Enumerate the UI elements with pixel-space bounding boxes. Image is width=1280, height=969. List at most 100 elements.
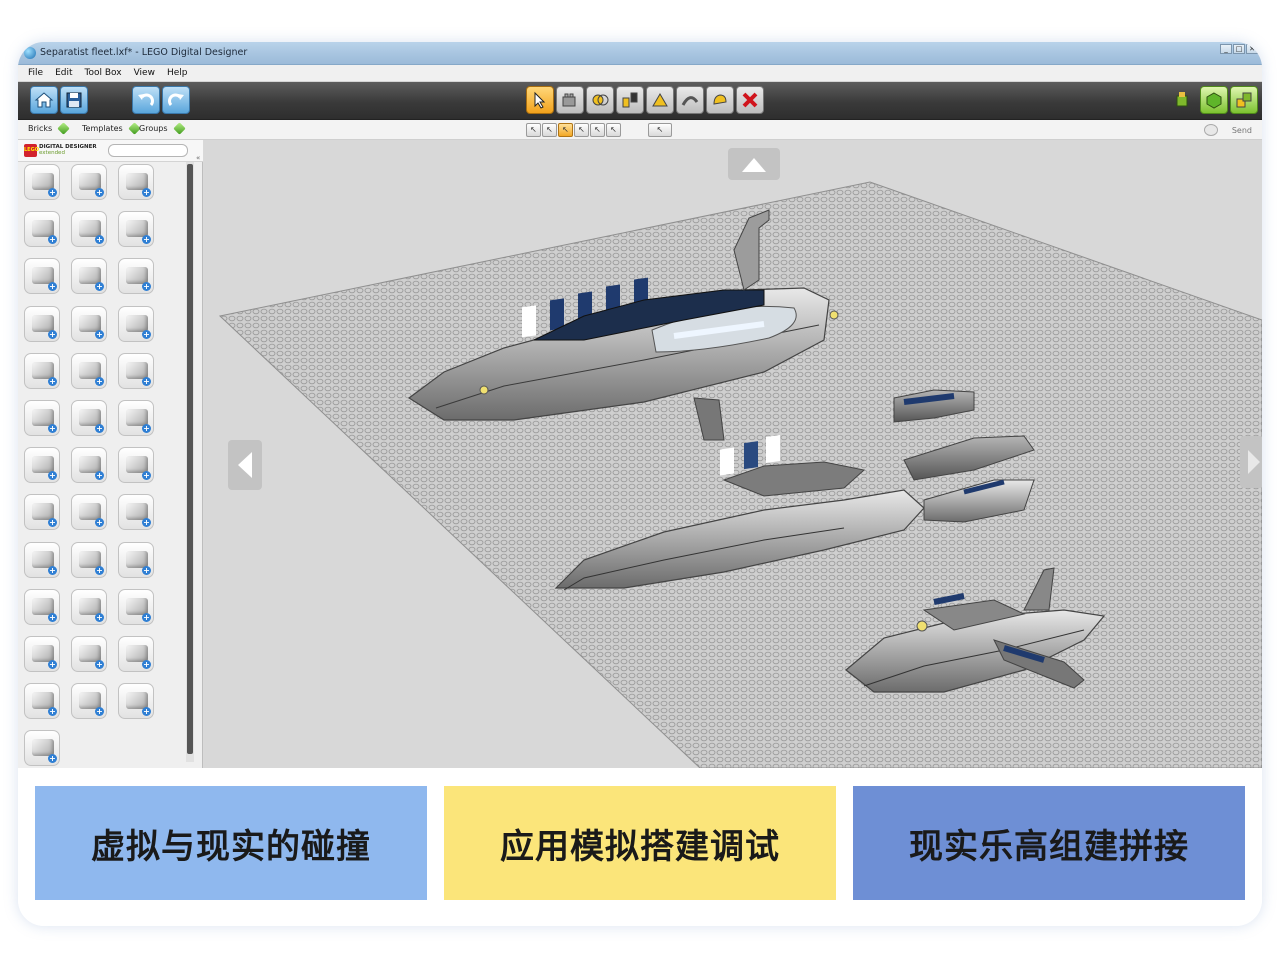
brick-palette-item[interactable]: + xyxy=(71,400,107,436)
view-mode-button[interactable] xyxy=(1200,86,1228,114)
brick-palette-item[interactable]: + xyxy=(71,494,107,531)
build-mode-button[interactable] xyxy=(1168,86,1196,114)
shape-select-button[interactable]: ↖ xyxy=(574,123,589,137)
hinge-align-button[interactable] xyxy=(646,86,674,114)
scrollbar-thumb[interactable] xyxy=(187,164,193,754)
hinge-button[interactable] xyxy=(616,86,644,114)
arrow-left-icon xyxy=(238,452,252,478)
flex-button[interactable] xyxy=(676,86,704,114)
brick-palette-item[interactable]: + xyxy=(118,211,154,248)
brick-palette-item[interactable]: + xyxy=(24,211,60,248)
brick-palette-item[interactable]: + xyxy=(24,588,60,625)
menu-edit[interactable]: Edit xyxy=(55,68,72,78)
connected-select-button[interactable]: ↖ xyxy=(542,123,557,137)
tab-bricks[interactable]: Bricks xyxy=(28,122,70,135)
add-plus-icon: + xyxy=(95,518,104,528)
brick-palette-item[interactable]: + xyxy=(24,164,60,200)
brick-palette-item[interactable]: + xyxy=(118,683,154,720)
tab-templates[interactable]: Templates xyxy=(82,122,141,135)
app-icon xyxy=(24,47,36,59)
brick-palette-item[interactable]: + xyxy=(118,164,154,200)
brick-palette-item[interactable]: + xyxy=(118,588,154,625)
minimize-button[interactable]: _ xyxy=(1220,44,1232,54)
brick-palette-item[interactable]: + xyxy=(118,258,154,295)
brick-palette-item[interactable]: + xyxy=(71,541,107,578)
brick-palette-item[interactable]: + xyxy=(71,305,107,342)
home-icon xyxy=(34,92,54,108)
close-button[interactable]: ✕ xyxy=(1246,44,1258,54)
3d-viewport[interactable] xyxy=(204,140,1262,768)
brick-palette-item[interactable]: + xyxy=(71,164,107,200)
brick-palette-item[interactable]: + xyxy=(24,636,60,672)
brick-palette-item[interactable]: + xyxy=(118,352,154,389)
clone-button[interactable] xyxy=(586,86,614,114)
brick-palette-item[interactable]: + xyxy=(24,258,60,295)
brick-palette-item[interactable]: + xyxy=(24,305,60,342)
add-plus-icon: + xyxy=(48,471,57,481)
select-tool-button[interactable] xyxy=(526,86,554,114)
add-brick-icon xyxy=(562,93,576,107)
palette-header: LEGO DIGITAL DESIGNER extended xyxy=(18,140,203,162)
add-plus-icon: + xyxy=(48,235,57,245)
add-plus-icon: + xyxy=(142,282,151,292)
brick-palette-item[interactable]: + xyxy=(71,636,107,672)
menu-view[interactable]: View xyxy=(134,68,155,78)
add-plus-icon: + xyxy=(48,376,57,386)
maximize-button[interactable]: □ xyxy=(1233,44,1245,54)
add-plus-icon: + xyxy=(95,565,104,575)
shape-color-select-button[interactable]: ↖ xyxy=(590,123,605,137)
brick-palette-item[interactable]: + xyxy=(24,730,60,767)
home-button[interactable] xyxy=(30,86,58,114)
color-select-button[interactable]: ↖ xyxy=(558,123,573,137)
menu-help[interactable]: Help xyxy=(167,68,188,78)
palette-search-input[interactable] xyxy=(108,144,188,157)
brick-palette-item[interactable]: + xyxy=(71,258,107,295)
palette-brand: DIGITAL DESIGNER extended xyxy=(39,144,97,156)
brick-palette-item[interactable]: + xyxy=(24,494,60,531)
brick-palette-item[interactable]: + xyxy=(24,400,60,436)
invert-select-button[interactable]: ↖ xyxy=(606,123,621,137)
brick-palette-item[interactable]: + xyxy=(118,541,154,578)
delete-button[interactable] xyxy=(736,86,764,114)
add-plus-icon: + xyxy=(95,329,104,339)
send-label[interactable]: Send xyxy=(1232,126,1252,135)
brick-palette-item[interactable]: + xyxy=(24,541,60,578)
add-plus-icon: + xyxy=(142,518,151,528)
brick-palette-item[interactable]: + xyxy=(118,305,154,342)
paint-button[interactable] xyxy=(706,86,734,114)
building-guide-button[interactable] xyxy=(1230,86,1258,114)
add-plus-icon: + xyxy=(48,518,57,528)
collapse-palette-icon[interactable]: « xyxy=(196,154,200,162)
tab-groups[interactable]: Groups xyxy=(139,122,186,135)
save-button[interactable] xyxy=(60,86,88,114)
brick-palette-item[interactable]: + xyxy=(71,588,107,625)
brick-palette-item[interactable]: + xyxy=(71,447,107,484)
send-globe-icon[interactable] xyxy=(1203,124,1218,136)
camera-right-button[interactable] xyxy=(1240,436,1262,488)
menu-file[interactable]: File xyxy=(28,68,43,78)
menu-toolbox[interactable]: Tool Box xyxy=(85,68,122,78)
add-brick-button[interactable] xyxy=(556,86,584,114)
brick-palette: LEGO DIGITAL DESIGNER extended « + + + + + + +… xyxy=(18,140,203,768)
brick-palette-item[interactable]: + xyxy=(118,447,154,484)
brick-palette-item[interactable]: + xyxy=(71,683,107,720)
add-plus-icon: + xyxy=(48,612,57,622)
brick-palette-item[interactable]: + xyxy=(118,636,154,672)
add-plus-icon: + xyxy=(142,660,151,669)
single-select-button[interactable]: ↖ xyxy=(526,123,541,137)
hide-tool-button[interactable]: ↖ xyxy=(648,123,672,137)
add-plus-icon: + xyxy=(142,471,151,481)
camera-left-button[interactable] xyxy=(228,440,262,490)
palette-scrollbar[interactable] xyxy=(186,162,194,762)
delete-icon xyxy=(742,92,758,108)
camera-up-button[interactable] xyxy=(728,148,780,180)
redo-button[interactable] xyxy=(162,86,190,114)
brick-palette-item[interactable]: + xyxy=(24,683,60,720)
undo-button[interactable] xyxy=(132,86,160,114)
brick-palette-item[interactable]: + xyxy=(118,400,154,436)
brick-palette-item[interactable]: + xyxy=(71,352,107,389)
brick-palette-item[interactable]: + xyxy=(24,447,60,484)
brick-palette-item[interactable]: + xyxy=(24,352,60,389)
brick-palette-item[interactable]: + xyxy=(118,494,154,531)
brick-palette-item[interactable]: + xyxy=(71,211,107,248)
